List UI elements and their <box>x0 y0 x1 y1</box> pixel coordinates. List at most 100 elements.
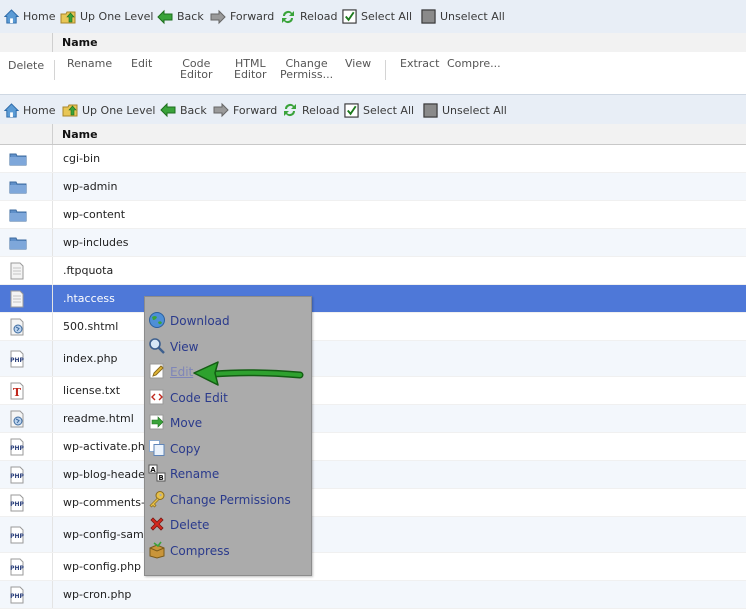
file-name: wp-cron.php <box>63 588 132 601</box>
text-file-icon <box>9 382 25 400</box>
file-name: cgi-bin <box>63 152 101 165</box>
file-icon <box>9 290 25 308</box>
edit-action[interactable]: Edit <box>131 58 152 69</box>
table-row[interactable]: .htaccess <box>0 285 746 313</box>
menu-item-view[interactable]: View <box>145 335 311 359</box>
file-name: .htaccess <box>63 292 115 305</box>
table-row[interactable]: license.txt <box>0 377 746 405</box>
back-button[interactable]: Back <box>160 95 207 125</box>
html-file-icon <box>9 410 25 428</box>
up-one-level-button[interactable]: Up One Level <box>62 95 155 125</box>
file-name: index.php <box>63 352 118 365</box>
change-permissions-action[interactable]: Change Permiss... <box>280 58 333 80</box>
nav-toolbar: Home Up One Level Back Forward Reload Se… <box>0 94 746 126</box>
table-row[interactable]: .ftpquota <box>0 257 746 285</box>
forward-button[interactable]: Forward <box>210 0 274 33</box>
file-name: wp-includes <box>63 236 129 249</box>
file-name: license.txt <box>63 384 121 397</box>
back-arrow-icon <box>160 102 176 118</box>
unselect-all-button[interactable]: Unselect All <box>423 95 507 125</box>
file-name: wp-config-samp <box>63 528 151 541</box>
delete-action[interactable]: Delete <box>8 60 44 71</box>
home-button[interactable]: Home <box>4 95 55 125</box>
key-icon <box>148 490 166 508</box>
menu-item-download[interactable]: Download <box>145 309 311 333</box>
forward-button[interactable]: Forward <box>213 95 277 125</box>
home-icon <box>4 9 19 24</box>
compress-action[interactable]: Compre... <box>447 58 501 69</box>
menu-item-copy[interactable]: Copy <box>145 437 311 461</box>
up-one-level-button[interactable]: Up One Level <box>60 0 153 33</box>
table-row[interactable]: wp-comments-p <box>0 489 746 517</box>
folder-up-icon <box>60 9 76 25</box>
file-name: wp-activate.php <box>63 440 152 453</box>
table-row[interactable]: wp-admin <box>0 173 746 201</box>
folder-icon <box>9 179 27 195</box>
table-row[interactable]: readme.html <box>0 405 746 433</box>
table-row[interactable]: index.php <box>0 341 746 377</box>
menu-item-delete[interactable]: Delete <box>145 513 311 537</box>
table-row[interactable]: wp-includes <box>0 229 746 257</box>
reload-icon <box>280 9 296 25</box>
select-all-button[interactable]: Select All <box>342 0 412 33</box>
file-name: .ftpquota <box>63 264 114 277</box>
menu-item-code-edit[interactable]: Code Edit <box>145 386 311 410</box>
globe-icon <box>148 311 166 329</box>
menu-item-compress[interactable]: Compress <box>145 539 311 563</box>
reload-button[interactable]: Reload <box>282 95 339 125</box>
table-row[interactable]: 500.shtml <box>0 313 746 341</box>
code-icon <box>148 388 166 406</box>
php-file-icon <box>9 466 25 484</box>
delete-icon <box>148 515 166 533</box>
file-action-toolbar: Delete Rename Edit Code Editor HTML Edit… <box>0 52 746 94</box>
home-button[interactable]: Home <box>4 0 55 33</box>
table-row[interactable]: wp-activate.php <box>0 433 746 461</box>
compress-icon <box>148 541 166 559</box>
rename-icon <box>148 464 166 482</box>
table-row[interactable]: wp-config.php <box>0 553 746 581</box>
menu-item-change-permissions[interactable]: Change Permissions <box>145 488 311 512</box>
magnifier-icon <box>148 337 166 355</box>
view-action[interactable]: View <box>345 58 371 69</box>
checkbox-unchecked-icon <box>423 103 438 118</box>
pencil-icon <box>148 362 166 380</box>
select-all-button[interactable]: Select All <box>344 95 414 125</box>
menu-item-rename[interactable]: Rename <box>145 462 311 486</box>
back-button[interactable]: Back <box>157 0 204 33</box>
forward-arrow-icon <box>213 102 229 118</box>
php-file-icon <box>9 350 25 368</box>
table-row[interactable]: wp-cron.php <box>0 581 746 609</box>
checkbox-checked-icon <box>342 9 357 24</box>
file-name: wp-content <box>63 208 126 221</box>
code-editor-action[interactable]: Code Editor <box>180 58 213 80</box>
table-row[interactable]: cgi-bin <box>0 145 746 173</box>
unselect-all-button[interactable]: Unselect All <box>421 0 505 33</box>
file-name: wp-comments-p <box>63 496 152 509</box>
copy-icon <box>148 439 166 457</box>
php-file-icon <box>9 558 25 576</box>
table-header-top: Name <box>0 33 746 53</box>
table-header: Name <box>0 124 746 145</box>
home-icon <box>4 103 19 118</box>
arrow-annotation-icon <box>193 361 304 386</box>
rename-action[interactable]: Rename <box>67 58 112 69</box>
reload-button[interactable]: Reload <box>280 0 337 33</box>
table-row[interactable]: wp-content <box>0 201 746 229</box>
extract-action[interactable]: Extract <box>400 58 439 69</box>
context-menu: Download View Edit Code Edit Move Copy R… <box>144 296 312 576</box>
nav-toolbar-top: Home Up One Level Back Forward Reload Se… <box>0 0 746 34</box>
menu-item-move[interactable]: Move <box>145 411 311 435</box>
back-arrow-icon <box>157 9 173 25</box>
checkbox-unchecked-icon <box>421 9 436 24</box>
name-column-header[interactable]: Name <box>62 124 98 144</box>
html-file-icon <box>9 318 25 336</box>
folder-icon <box>9 235 27 251</box>
move-icon <box>148 413 166 431</box>
php-file-icon <box>9 438 25 456</box>
php-file-icon <box>9 494 25 512</box>
table-row[interactable]: wp-config-samp <box>0 517 746 553</box>
table-row[interactable]: wp-blog-header. <box>0 461 746 489</box>
name-column-header[interactable]: Name <box>62 33 98 52</box>
html-editor-action[interactable]: HTML Editor <box>234 58 267 80</box>
file-name: wp-admin <box>63 180 118 193</box>
